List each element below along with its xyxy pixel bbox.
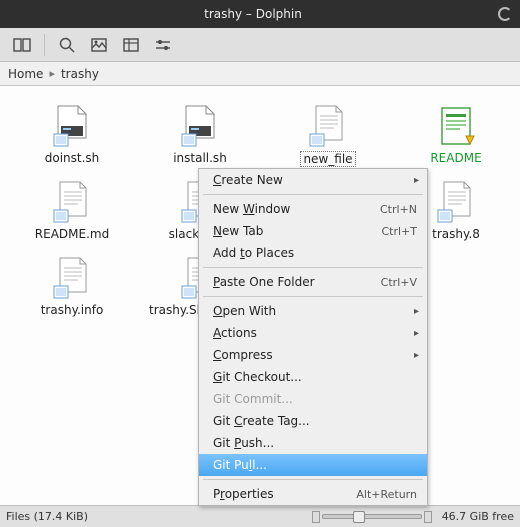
context-menu-label: Add to Places [213, 246, 417, 260]
context-menu-item[interactable]: Add to Places [199, 242, 427, 264]
context-menu-label: Git Pull... [213, 458, 417, 472]
window-titlebar: trashy – Dolphin [0, 0, 520, 28]
text-file-icon [50, 256, 94, 300]
file-label: doinst.sh [43, 151, 102, 165]
readme-file-icon [434, 104, 478, 148]
context-menu-item[interactable]: Git Pull... [199, 454, 427, 476]
script-file-icon [178, 104, 222, 148]
file-label: trashy.8 [430, 227, 482, 241]
window-title: trashy – Dolphin [8, 7, 498, 21]
chevron-right-icon: ▸ [49, 67, 55, 80]
breadcrumb-home[interactable]: Home [8, 67, 43, 81]
toolbar [0, 28, 520, 62]
file-label: new_file [300, 151, 355, 167]
zoom-thumb[interactable] [353, 511, 365, 523]
context-menu-shortcut: Ctrl+N [380, 203, 417, 216]
submenu-arrow-icon: ▸ [414, 328, 419, 339]
context-menu-item[interactable]: Open With▸ [199, 300, 427, 322]
context-menu-label: Open With [213, 304, 417, 318]
file-item[interactable]: trashy.info [8, 256, 136, 332]
file-label: README.md [33, 227, 111, 241]
status-left-text: Files (17.4 KiB) [6, 510, 88, 523]
file-item[interactable]: README.md [8, 180, 136, 256]
context-menu-item[interactable]: PropertiesAlt+Return [199, 483, 427, 505]
context-menu-label: Create New [213, 173, 417, 187]
breadcrumb: Home ▸ trashy [0, 62, 520, 86]
context-menu-label: Git Create Tag... [213, 414, 417, 428]
context-menu-label: Git Checkout... [213, 370, 417, 384]
context-menu-separator [203, 296, 423, 297]
context-menu-separator [203, 267, 423, 268]
preview-icon[interactable] [85, 32, 113, 58]
context-menu-item: Git Commit... [199, 388, 427, 410]
file-label: install.sh [171, 151, 229, 165]
zoom-slider[interactable] [312, 511, 432, 523]
context-menu-label: Actions [213, 326, 417, 340]
context-menu-label: New Tab [213, 224, 381, 238]
submenu-arrow-icon: ▸ [414, 175, 419, 186]
busy-spinner-icon [498, 7, 512, 21]
file-item[interactable]: doinst.sh [8, 104, 136, 180]
search-icon[interactable] [53, 32, 81, 58]
zoom-min-icon[interactable] [312, 511, 320, 523]
context-menu-label: Git Commit... [213, 392, 417, 406]
submenu-arrow-icon: ▸ [414, 350, 419, 361]
context-menu-separator [203, 194, 423, 195]
context-menu-label: Compress [213, 348, 417, 362]
context-menu-item[interactable]: Create New▸ [199, 169, 427, 191]
zoom-track[interactable] [322, 514, 422, 519]
context-menu-separator [203, 479, 423, 480]
context-menu-shortcut: Alt+Return [356, 488, 417, 501]
file-label: trashy.info [39, 303, 106, 317]
context-menu-item[interactable]: Compress▸ [199, 344, 427, 366]
context-menu-label: Properties [213, 487, 356, 501]
text-file-icon [50, 180, 94, 224]
file-label: README [428, 151, 483, 165]
split-view-icon[interactable] [8, 32, 36, 58]
context-menu-item[interactable]: Git Checkout... [199, 366, 427, 388]
context-menu-label: New Window [213, 202, 380, 216]
zoom-max-icon[interactable] [424, 511, 432, 523]
context-menu-shortcut: Ctrl+T [381, 225, 417, 238]
context-menu-item[interactable]: Git Create Tag... [199, 410, 427, 432]
context-menu-item[interactable]: New TabCtrl+T [199, 220, 427, 242]
context-menu-label: Paste One Folder [213, 275, 381, 289]
context-menu-item[interactable]: Actions▸ [199, 322, 427, 344]
context-menu: Create New▸New WindowCtrl+NNew TabCtrl+T… [198, 168, 428, 506]
toolbar-separator [44, 34, 45, 56]
view-mode-icon[interactable] [117, 32, 145, 58]
context-menu-shortcut: Ctrl+V [381, 276, 417, 289]
settings-sliders-icon[interactable] [149, 32, 177, 58]
script-file-icon [50, 104, 94, 148]
context-menu-item[interactable]: New WindowCtrl+N [199, 198, 427, 220]
file-area[interactable]: doinst.sh install.sh new_file README README.… [0, 86, 520, 505]
context-menu-item[interactable]: Git Push... [199, 432, 427, 454]
context-menu-item[interactable]: Paste One FolderCtrl+V [199, 271, 427, 293]
context-menu-label: Git Push... [213, 436, 417, 450]
text-file-icon [434, 180, 478, 224]
text-file-icon [306, 104, 350, 148]
status-free-space: 46.7 GiB free [442, 510, 514, 523]
breadcrumb-folder[interactable]: trashy [61, 67, 99, 81]
submenu-arrow-icon: ▸ [414, 306, 419, 317]
status-bar: Files (17.4 KiB) 46.7 GiB free [0, 505, 520, 527]
